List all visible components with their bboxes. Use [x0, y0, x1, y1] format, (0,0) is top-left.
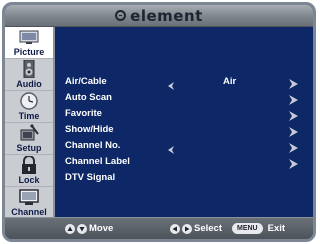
down-button-icon: [77, 223, 87, 234]
sidebar-item-label: Time: [18, 111, 40, 121]
sidebar-item-label: Lock: [18, 175, 40, 185]
menu-key-icon: MENU: [232, 223, 263, 234]
hint-select-label: Select: [194, 223, 222, 234]
menu-row-label: Channel No.: [65, 139, 121, 151]
sidebar-item-lock[interactable]: Lock: [5, 155, 53, 187]
sidebar-item-channel[interactable]: Channel: [5, 187, 53, 219]
left-button-icon: [170, 223, 180, 234]
sidebar-item-audio[interactable]: Audio: [5, 59, 53, 91]
menu-row-air-cable[interactable]: Air/Cable Air: [65, 74, 305, 90]
footer-hints: Move Select MENU Exit: [5, 217, 313, 239]
channel-icon: [18, 188, 40, 206]
menu-row-show-hide[interactable]: Show/Hide: [65, 122, 305, 137]
menu-row-label: Favorite: [65, 107, 102, 119]
hint-exit: MENU Exit: [232, 223, 285, 234]
arrow-right-icon[interactable]: [289, 124, 298, 137]
arrow-right-icon[interactable]: [289, 108, 298, 121]
tv-osd-menu: element Picture Audio Time Setup Lock Ch…: [2, 2, 316, 242]
menu-row-label: Channel Label: [65, 155, 130, 167]
brand-name: element: [130, 6, 203, 25]
sidebar-item-setup[interactable]: Setup: [5, 123, 53, 155]
menu-row-favorite[interactable]: Favorite: [65, 106, 305, 121]
sidebar-item-picture[interactable]: Picture: [5, 27, 53, 59]
brand-logo: element: [115, 7, 203, 25]
arrow-right-icon[interactable]: [289, 76, 298, 89]
menu-row-label: Auto Scan: [65, 91, 112, 103]
arrow-left-icon[interactable]: [167, 77, 175, 90]
sidebar: Picture Audio Time Setup Lock Channel: [5, 27, 55, 220]
arrow-right-icon[interactable]: [289, 140, 298, 153]
menu-row-channel-no[interactable]: Channel No.: [65, 138, 305, 154]
hint-move-label: Move: [89, 223, 114, 234]
sidebar-item-label: Audio: [16, 79, 42, 89]
brand-circle-icon: [115, 10, 127, 21]
menu-row-value: Air: [223, 75, 237, 87]
sidebar-item-label: Channel: [11, 207, 47, 217]
clock-icon: [18, 92, 40, 110]
sidebar-item-label: Setup: [16, 143, 42, 153]
arrow-right-icon[interactable]: [289, 92, 298, 105]
arrow-left-icon[interactable]: [167, 141, 175, 154]
menu-row-label: Air/Cable: [65, 75, 107, 87]
channel-menu: Air/Cable Air Auto Scan Favorite Show/Hi…: [57, 27, 313, 220]
hint-exit-label: Exit: [267, 223, 286, 234]
sidebar-item-time[interactable]: Time: [5, 91, 53, 123]
speaker-icon: [18, 59, 40, 79]
lock-icon: [18, 155, 40, 174]
picture-icon: [18, 28, 40, 46]
menu-row-label: DTV Signal: [65, 171, 116, 183]
menu-row-channel-label[interactable]: Channel Label: [65, 154, 305, 169]
sidebar-item-label: Picture: [13, 47, 45, 57]
setup-icon: [18, 124, 40, 142]
hint-move: Move: [65, 223, 113, 234]
right-button-icon: [182, 223, 192, 234]
menu-row-dtv-signal[interactable]: DTV Signal: [65, 170, 305, 184]
menu-row-auto-scan[interactable]: Auto Scan: [65, 90, 305, 105]
up-button-icon: [65, 223, 75, 234]
hint-select: Select: [170, 223, 222, 234]
menu-row-label: Show/Hide: [65, 123, 114, 135]
header-bar: element: [5, 5, 313, 27]
arrow-right-icon[interactable]: [289, 156, 298, 169]
